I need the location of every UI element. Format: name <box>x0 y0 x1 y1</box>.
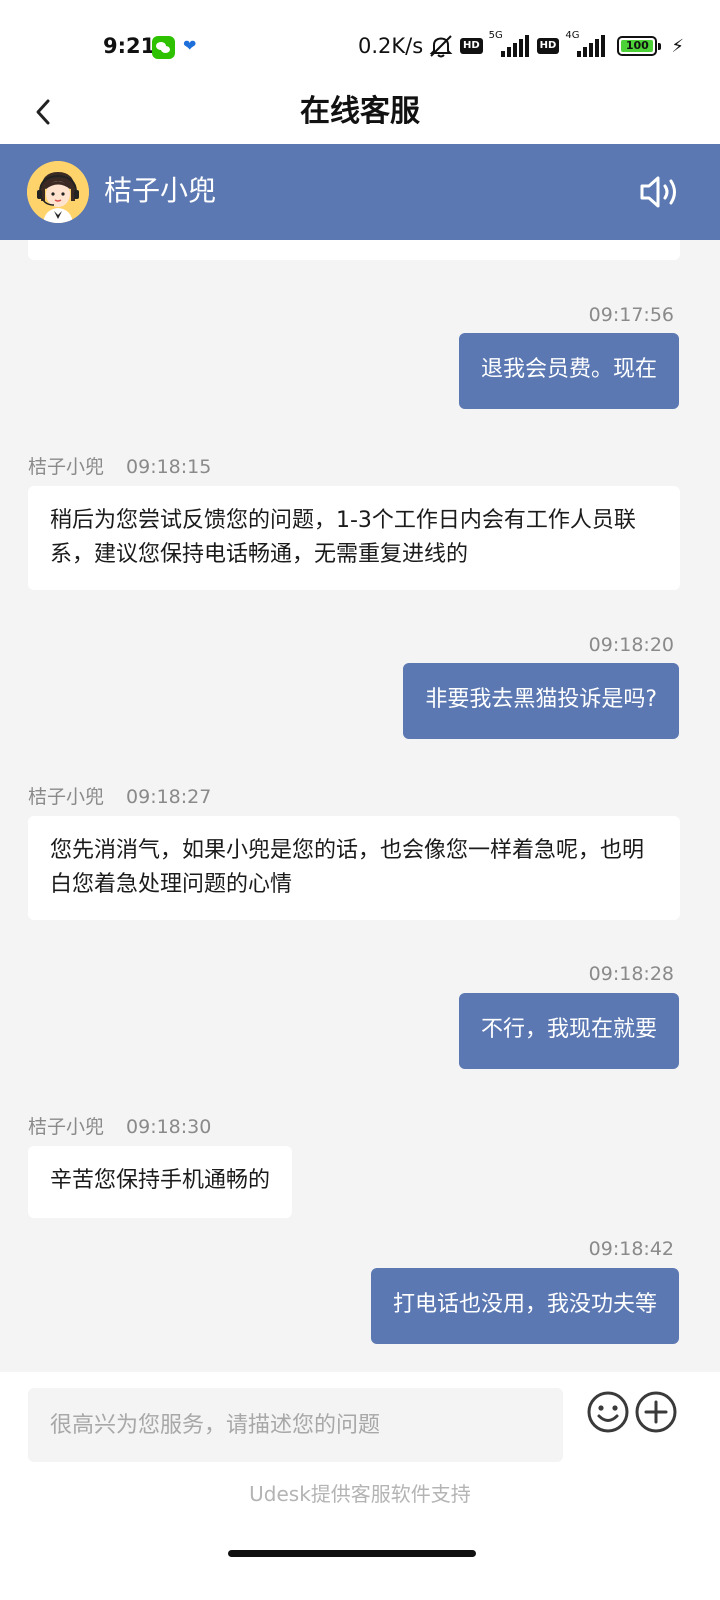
mute-bell-icon <box>428 34 454 58</box>
composer: Udesk提供客服软件支持 <box>0 1372 720 1600</box>
chat-messages[interactable]: 09:17:56 退我会员费。现在 桔子小兜 09:18:15 稍后为您尝试反馈您… <box>0 240 720 1372</box>
agent-avatar <box>27 161 89 223</box>
message-time: 09:18:27 <box>126 786 212 808</box>
message-time: 09:18:28 <box>588 963 674 985</box>
sender-name: 桔子小兜 <box>28 1116 105 1138</box>
previous-message-bubble <box>28 240 680 260</box>
home-indicator[interactable] <box>228 1550 476 1557</box>
message-time: 09:17:56 <box>588 304 674 326</box>
network-speed: 0.2K/s <box>358 34 424 58</box>
speaker-icon <box>640 176 676 208</box>
message-time: 09:18:30 <box>126 1116 212 1138</box>
outgoing-message[interactable]: 非要我去黑猫投诉是吗? <box>403 663 679 739</box>
status-time: 9:21 <box>103 34 156 58</box>
signal-4g-icon: 4G <box>565 30 607 59</box>
powered-by-text: Udesk提供客服软件支持 <box>249 1482 471 1506</box>
message-time: 09:18:42 <box>588 1238 674 1260</box>
hd-icon: HD <box>536 38 560 54</box>
emoji-icon <box>587 1391 629 1433</box>
signal-5g-icon: 5G <box>489 30 531 59</box>
message-time: 09:18:15 <box>126 456 212 478</box>
battery-icon: 100 <box>617 36 662 56</box>
emoji-button[interactable] <box>586 1390 630 1434</box>
message-meta: 桔子小兜 09:18:15 <box>28 454 211 480</box>
incoming-message[interactable]: 您先消消气，如果小兜是您的话，也会像您一样着急呢，也明白您着急处理问题的心情 <box>28 816 680 920</box>
incoming-message[interactable]: 稍后为您尝试反馈您的问题，1-3个工作日内会有工作人员联系，建议您保持电话畅通，… <box>28 486 680 590</box>
incoming-message[interactable]: 辛苦您保持手机通畅的 <box>28 1146 293 1218</box>
message-input[interactable] <box>28 1388 563 1462</box>
outgoing-message[interactable]: 打电话也没用，我没功夫等 <box>370 1268 679 1344</box>
plus-icon <box>635 1391 677 1433</box>
message-time: 09:18:20 <box>588 634 674 656</box>
more-button[interactable] <box>634 1390 678 1434</box>
message-meta: 桔子小兜 09:18:27 <box>28 784 211 810</box>
status-bar: 9:21 ❤ 0.2K/s HD 5G HD 4G 100 ⚡ <box>0 0 720 80</box>
outgoing-message[interactable]: 不行，我现在就要 <box>458 993 679 1069</box>
hd-icon: HD <box>460 38 483 54</box>
status-icons: HD 5G HD 4G 100 ⚡ <box>428 30 684 59</box>
charging-bolt-icon: ⚡ <box>671 35 684 57</box>
battery-level: 100 <box>621 40 654 52</box>
bird-notification-icon: ❤ <box>183 36 197 55</box>
message-meta: 桔子小兜 09:18:30 <box>28 1114 211 1140</box>
sender-name: 桔子小兜 <box>28 456 105 478</box>
nav-bar: 在线客服 <box>0 80 720 144</box>
outgoing-message[interactable]: 退我会员费。现在 <box>458 333 679 409</box>
agent-name: 桔子小兜 <box>104 174 217 207</box>
wechat-icon <box>152 36 175 59</box>
speaker-button[interactable] <box>638 172 682 212</box>
sender-name: 桔子小兜 <box>28 786 105 808</box>
page-title: 在线客服 <box>300 94 420 129</box>
agent-header: 桔子小兜 <box>0 144 720 240</box>
